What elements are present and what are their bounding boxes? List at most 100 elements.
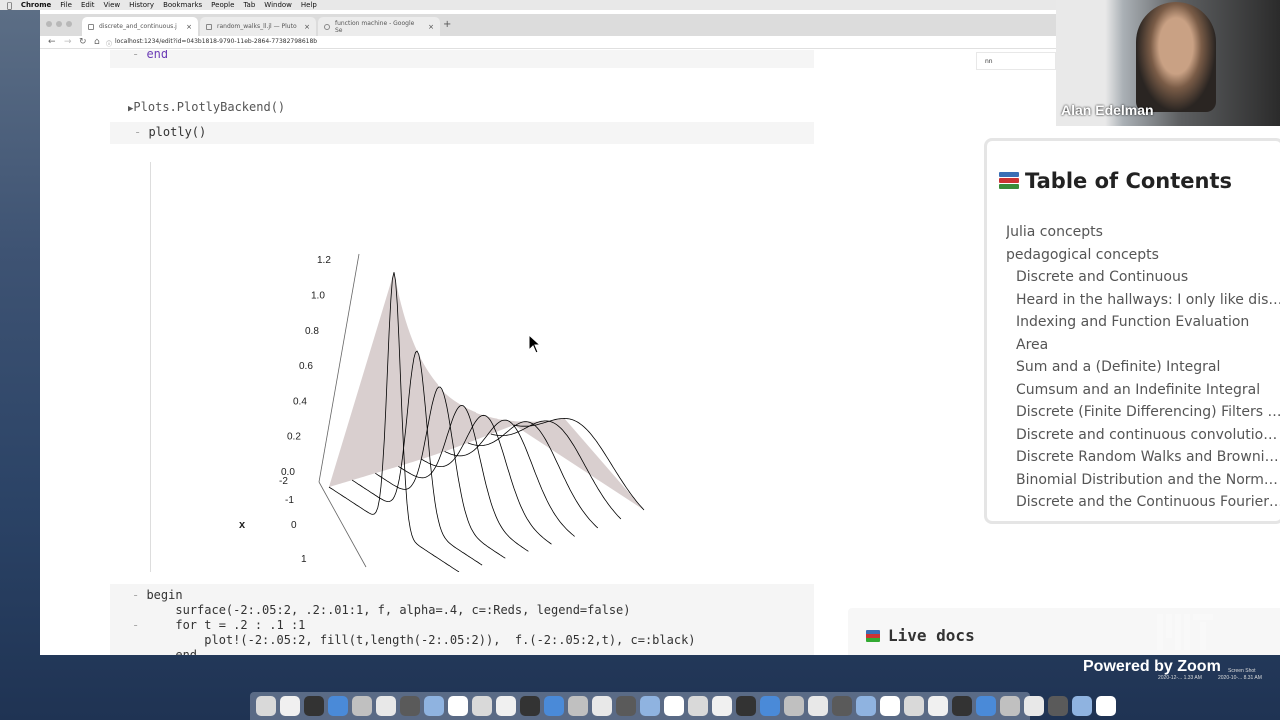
dock-app-icon[interactable] bbox=[736, 696, 756, 716]
table-of-contents: Table of Contents Julia concepts pedagogi… bbox=[984, 138, 1280, 524]
close-tab-icon[interactable]: × bbox=[428, 23, 434, 31]
dock-app-icon[interactable] bbox=[448, 696, 468, 716]
dock bbox=[250, 692, 1116, 720]
zoom-video-tile[interactable]: Alan Edelman bbox=[1056, 0, 1280, 126]
menu-help[interactable]: Help bbox=[301, 1, 317, 9]
dock-app-icon[interactable] bbox=[664, 696, 684, 716]
menu-edit[interactable]: Edit bbox=[81, 1, 95, 9]
dock-app-icon[interactable] bbox=[832, 696, 852, 716]
menu-file[interactable]: File bbox=[60, 1, 72, 9]
home-icon[interactable]: ⌂ bbox=[94, 37, 100, 47]
tab-discrete-and-continuous[interactable]: discrete_and_continuous.j × bbox=[82, 17, 198, 36]
x-tick-label: -2 bbox=[279, 476, 288, 487]
search-input[interactable]: nn bbox=[976, 52, 1056, 70]
dock-app-icon[interactable] bbox=[640, 696, 660, 716]
dock-app-icon[interactable] bbox=[520, 696, 540, 716]
dock-app-icon[interactable] bbox=[1024, 696, 1044, 716]
dock-app-icon[interactable] bbox=[1000, 696, 1020, 716]
cell-code-line: - plotly() bbox=[134, 125, 207, 139]
dock-app-icon[interactable] bbox=[352, 696, 372, 716]
cell-code-line: surface(-2:.05:2, .2:.01:1, f, alpha=.4,… bbox=[132, 603, 631, 617]
reload-icon[interactable]: ↻ bbox=[79, 37, 87, 47]
dock-app-icon[interactable] bbox=[856, 696, 876, 716]
toc-item[interactable]: Binomial Distribution and the Normal D bbox=[1006, 469, 1280, 492]
code-cell[interactable] bbox=[110, 50, 814, 68]
z-tick-label: 0.6 bbox=[299, 361, 313, 372]
z-tick-label: 0.2 bbox=[287, 432, 301, 443]
toc-item[interactable]: Discrete and the Continuous Fourier Tra… bbox=[1006, 491, 1280, 514]
back-icon[interactable]: ← bbox=[48, 37, 56, 47]
menu-window[interactable]: Window bbox=[264, 1, 292, 9]
dock-app-icon[interactable] bbox=[424, 696, 444, 716]
dock-app-icon[interactable] bbox=[808, 696, 828, 716]
dock-app-icon[interactable] bbox=[496, 696, 516, 716]
toc-item[interactable]: Cumsum and an Indefinite Integral bbox=[1006, 379, 1280, 402]
minimize-window-button[interactable] bbox=[56, 21, 62, 27]
code-text: surface(-2:.05:2, .2:.01:1, f, alpha=.4,… bbox=[146, 603, 631, 617]
dock-app-icon[interactable] bbox=[592, 696, 612, 716]
toc-item[interactable]: pedagogical concepts bbox=[1006, 244, 1280, 267]
dock-app-icon[interactable] bbox=[952, 696, 972, 716]
new-tab-button[interactable]: + bbox=[443, 19, 451, 30]
toc-item[interactable]: Discrete (Finite Differencing) Filters a… bbox=[1006, 401, 1280, 424]
live-docs-panel[interactable]: Live docs bbox=[848, 608, 1280, 655]
surface-plot[interactable]: 0.0 0.2 0.4 0.6 0.8 1.0 1.2 -2 -1 0 1 x bbox=[150, 162, 855, 572]
forward-icon[interactable]: → bbox=[64, 37, 72, 47]
dock-app-icon[interactable] bbox=[928, 696, 948, 716]
dock-app-icon[interactable] bbox=[904, 696, 924, 716]
menu-view[interactable]: View bbox=[104, 1, 121, 9]
close-tab-icon[interactable]: × bbox=[186, 23, 192, 31]
dock-app-icon[interactable] bbox=[976, 696, 996, 716]
menu-people[interactable]: People bbox=[211, 1, 234, 9]
toc-item[interactable]: Discrete and Continuous bbox=[1006, 266, 1280, 289]
toc-title: Table of Contents bbox=[999, 169, 1232, 193]
dock-app-icon[interactable] bbox=[760, 696, 780, 716]
screenshot-date: 2020-12-... 1.33 AM bbox=[1158, 675, 1202, 681]
dock-app-icon[interactable] bbox=[544, 696, 564, 716]
dock-app-icon[interactable] bbox=[616, 696, 636, 716]
books-icon bbox=[999, 172, 1019, 190]
close-tab-icon[interactable]: × bbox=[304, 23, 310, 31]
toc-item[interactable]: Heard in the hallways: I only like discr… bbox=[1006, 289, 1280, 312]
dock-app-icon[interactable] bbox=[256, 696, 276, 716]
menu-history[interactable]: History bbox=[129, 1, 154, 9]
toc-item[interactable]: Sum and a (Definite) Integral bbox=[1006, 356, 1280, 379]
close-window-button[interactable] bbox=[46, 21, 52, 27]
dock-app-icon[interactable] bbox=[568, 696, 588, 716]
dock-app-icon[interactable] bbox=[376, 696, 396, 716]
toc-item[interactable]: Area bbox=[1006, 334, 1280, 357]
dock-app-icon[interactable] bbox=[880, 696, 900, 716]
dock-app-icon[interactable] bbox=[472, 696, 492, 716]
toc-item[interactable]: Discrete and continuous convolutions e… bbox=[1006, 424, 1280, 447]
info-icon[interactable]: ⓘ bbox=[106, 39, 112, 48]
tab-google-search[interactable]: function machine - Google Se × bbox=[318, 17, 440, 36]
toc-item[interactable]: Julia concepts bbox=[1006, 221, 1280, 244]
dock-app-icon[interactable] bbox=[688, 696, 708, 716]
dock-app-icon[interactable] bbox=[784, 696, 804, 716]
live-docs-label: Live docs bbox=[888, 626, 975, 645]
tab-random-walks[interactable]: random_walks_ll.jl — Pluto × bbox=[200, 17, 316, 36]
menu-app-name[interactable]: Chrome bbox=[21, 1, 51, 9]
url-field[interactable]: localhost:1234/edit?id=043b1818-9790-11e… bbox=[115, 38, 317, 45]
dock-app-icon[interactable] bbox=[1096, 696, 1116, 716]
toc-item[interactable]: Discrete Random Walks and Brownian … bbox=[1006, 446, 1280, 469]
toc-item[interactable]: Indexing and Function Evaluation bbox=[1006, 311, 1280, 334]
cell-code-line: plot!(-2:.05:2, fill(t,length(-2:.05:2))… bbox=[132, 633, 696, 647]
dock-app-icon[interactable] bbox=[304, 696, 324, 716]
code-cell[interactable] bbox=[110, 122, 814, 144]
menu-tab[interactable]: Tab bbox=[243, 1, 255, 9]
dock-app-icon[interactable] bbox=[328, 696, 348, 716]
live-docs-header[interactable]: Live docs bbox=[866, 626, 975, 645]
maximize-window-button[interactable] bbox=[66, 21, 72, 27]
dock-app-icon[interactable] bbox=[1072, 696, 1092, 716]
notebook-page: - end ▶Plots.PlotlyBackend() - plotly() … bbox=[40, 50, 1280, 655]
apple-icon[interactable]:  bbox=[7, 1, 12, 10]
dock-app-icon[interactable] bbox=[1048, 696, 1068, 716]
screenshot-label: Screen Shot bbox=[1228, 668, 1256, 674]
dock-app-icon[interactable] bbox=[280, 696, 300, 716]
dock-app-icon[interactable] bbox=[712, 696, 732, 716]
menu-bookmarks[interactable]: Bookmarks bbox=[163, 1, 202, 9]
code-text: plot!(-2:.05:2, fill(t,length(-2:.05:2))… bbox=[146, 633, 696, 647]
google-icon bbox=[324, 23, 330, 30]
dock-app-icon[interactable] bbox=[400, 696, 420, 716]
